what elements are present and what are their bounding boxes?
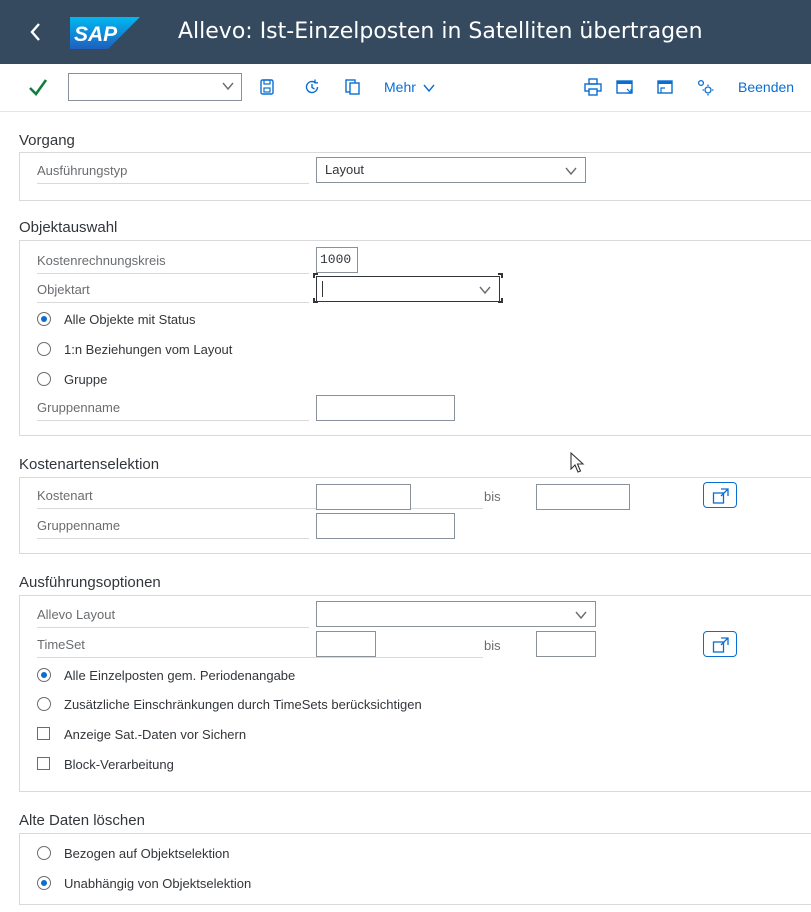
focus-corner xyxy=(313,298,318,303)
frame-alte-daten-loeschen xyxy=(19,833,811,905)
bis-label: bis xyxy=(484,638,501,653)
checkbox xyxy=(37,757,50,770)
multiple-selection-icon xyxy=(712,637,729,653)
text-caret xyxy=(322,281,323,297)
new-window-icon[interactable] xyxy=(655,77,675,97)
radio-button-selected xyxy=(37,312,51,326)
gruppenname-input[interactable] xyxy=(316,395,455,421)
divider xyxy=(37,538,309,539)
timeset-label: TimeSet xyxy=(37,637,85,652)
radio-label: Gruppe xyxy=(64,372,108,387)
checkbox-anzeige-sat-daten[interactable]: Anzeige Sat.-Daten vor Sichern xyxy=(37,726,297,744)
window-icon[interactable] xyxy=(615,77,635,97)
save-icon[interactable] xyxy=(257,77,277,97)
radio-beziehungen-layout[interactable]: 1:n Beziehungen vom Layout xyxy=(37,341,287,359)
radio-button-selected xyxy=(37,668,51,682)
kostenrechnungskreis-input[interactable]: 1000 xyxy=(316,247,358,273)
divider xyxy=(37,183,309,184)
divider xyxy=(37,508,483,509)
more-label: Mehr xyxy=(384,79,416,95)
kostenart-label: Kostenart xyxy=(37,488,93,503)
shell-header: SAP Allevo: Ist-Einzelposten in Satellit… xyxy=(0,0,811,64)
divider xyxy=(37,420,309,421)
svg-text:SAP: SAP xyxy=(74,23,118,46)
section-title-objektauswahl: Objektauswahl xyxy=(19,219,118,236)
section-title-vorgang: Vorgang xyxy=(19,132,75,149)
gruppenname-label: Gruppenname xyxy=(37,518,121,533)
gruppenname-label: Gruppenname xyxy=(37,400,121,415)
kostenrechnungskreis-label: Kostenrechnungskreis xyxy=(37,253,166,268)
radio-button-selected xyxy=(37,876,51,890)
chevron-left-icon[interactable] xyxy=(24,18,48,46)
radio-button xyxy=(37,846,51,860)
objektart-select[interactable] xyxy=(316,276,500,302)
radio-button xyxy=(37,697,51,711)
multiple-selection-button[interactable] xyxy=(703,631,737,657)
kostenart-from-input[interactable] xyxy=(316,484,411,510)
radio-label: 1:n Beziehungen vom Layout xyxy=(64,342,233,357)
checkmark-icon[interactable] xyxy=(28,76,48,98)
copy-icon[interactable] xyxy=(343,77,363,97)
section-title-kostenartenselektion: Kostenartenselektion xyxy=(19,456,160,473)
variant-select[interactable] xyxy=(68,73,242,101)
ausfuehrungstyp-select[interactable]: Layout xyxy=(316,157,586,183)
radio-label: Unabhängig von Objektselektion xyxy=(64,876,252,891)
ausfuehrungstyp-label: Ausführungstyp xyxy=(37,163,128,178)
kostenart-to-input[interactable] xyxy=(536,484,630,510)
multiple-selection-button[interactable] xyxy=(703,482,737,508)
radio-alle-objekte[interactable]: Alle Objekte mit Status xyxy=(37,311,287,329)
print-icon[interactable] xyxy=(583,77,603,97)
exit-button[interactable]: Beenden xyxy=(738,78,794,96)
allevo-layout-label: Allevo Layout xyxy=(37,607,116,622)
page-title: Allevo: Ist-Einzelposten in Satelliten ü… xyxy=(178,19,703,44)
section-title-alte-daten-loeschen: Alte Daten löschen xyxy=(19,812,145,829)
radio-gruppe[interactable]: Gruppe xyxy=(37,371,187,389)
chevron-down-icon xyxy=(575,611,587,620)
divider xyxy=(37,302,309,303)
settings-icon[interactable] xyxy=(695,77,715,97)
divider xyxy=(37,657,483,658)
chevron-down-icon xyxy=(423,84,435,93)
checkbox-label: Anzeige Sat.-Daten vor Sichern xyxy=(64,727,247,742)
radio-label: Bezogen auf Objektselektion xyxy=(64,846,230,861)
radio-button xyxy=(37,342,51,356)
bis-label: bis xyxy=(484,489,501,504)
timeset-to-input[interactable] xyxy=(536,631,596,657)
radio-label: Zusätzliche Einschränkungen durch TimeSe… xyxy=(64,697,422,712)
focus-corner xyxy=(313,273,318,278)
divider xyxy=(37,627,309,628)
radio-label: Alle Einzelposten gem. Periodenangabe xyxy=(64,668,296,683)
section-title-ausfuehrungsoptionen: Ausführungsoptionen xyxy=(19,574,161,591)
sap-logo[interactable]: SAP xyxy=(70,17,140,49)
chevron-down-icon xyxy=(565,167,577,176)
checkbox-block-verarbeitung[interactable]: Block-Verarbeitung xyxy=(37,756,237,774)
chevron-down-icon xyxy=(479,286,491,295)
toolbar: Mehr Beenden xyxy=(0,64,811,112)
multiple-selection-icon xyxy=(712,488,729,504)
radio-unabhaengig-objektselektion[interactable]: Unabhängig von Objektselektion xyxy=(37,875,297,893)
radio-button xyxy=(37,372,51,386)
radio-bezogen-objektselektion[interactable]: Bezogen auf Objektselektion xyxy=(37,845,297,863)
kostenart-gruppenname-input[interactable] xyxy=(316,513,455,539)
radio-alle-einzelposten[interactable]: Alle Einzelposten gem. Periodenangabe xyxy=(37,667,357,685)
checkbox xyxy=(37,727,50,740)
history-icon[interactable] xyxy=(302,77,322,97)
focus-corner xyxy=(498,273,503,278)
more-menu-button[interactable]: Mehr xyxy=(384,78,436,96)
radio-label: Alle Objekte mit Status xyxy=(64,312,196,327)
checkbox-label: Block-Verarbeitung xyxy=(64,757,174,772)
ausfuehrungstyp-value: Layout xyxy=(325,162,365,177)
allevo-layout-select[interactable] xyxy=(316,601,596,627)
divider xyxy=(37,273,309,274)
focus-corner xyxy=(498,298,503,303)
objektart-label: Objektart xyxy=(37,282,90,297)
chevron-down-icon xyxy=(222,82,234,91)
radio-timesets[interactable]: Zusätzliche Einschränkungen durch TimeSe… xyxy=(37,696,477,714)
timeset-from-input[interactable] xyxy=(316,631,376,657)
mouse-pointer-icon xyxy=(570,452,585,473)
